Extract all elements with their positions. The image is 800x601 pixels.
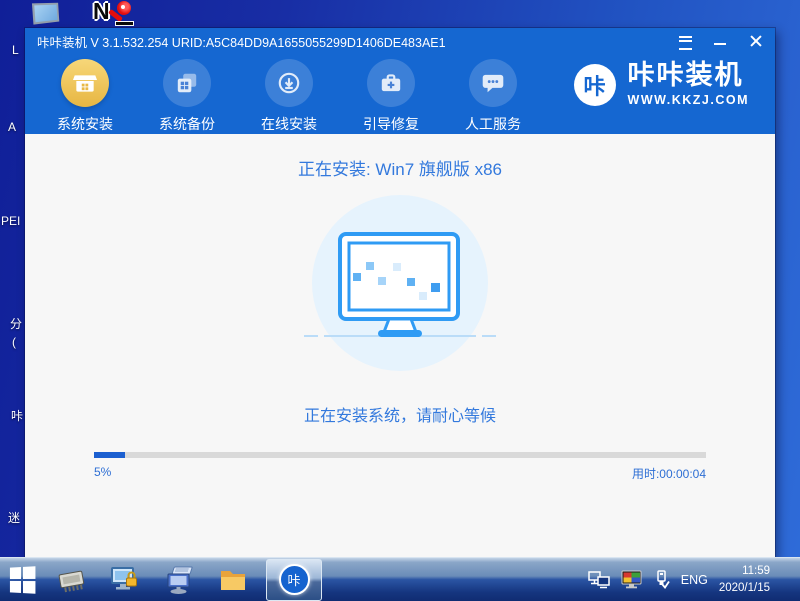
taskbar-clock[interactable]: 11:59 2020/1/15: [719, 563, 770, 595]
desktop-icon-label-fragment: L: [12, 44, 19, 56]
system-backup-icon: [163, 59, 211, 107]
desktop-icon-label-fragment: 咔: [11, 410, 23, 422]
nav-item-system-install[interactable]: 系统安装: [47, 59, 123, 134]
memory-chip-icon[interactable]: [56, 565, 86, 595]
clock-date: 2020/1/15: [719, 580, 770, 596]
desktop-display-icon[interactable]: [32, 3, 59, 25]
progress-section: 5% 用时:00:00:04: [94, 452, 706, 482]
folder-icon[interactable]: [218, 565, 248, 595]
windows-logo-icon: [10, 566, 36, 593]
usb-device-icon[interactable]: [654, 570, 670, 589]
system-tray: ENG 11:59 2020/1/15: [588, 563, 800, 595]
desktop-n-key-icon[interactable]: N: [93, 0, 139, 28]
n-letter-glyph: N: [93, 0, 110, 25]
brand-block: 咔 咔咔装机 WWW.KKZJ.COM: [574, 62, 749, 107]
desktop-icon-label-fragment: A: [8, 121, 16, 133]
desktop-icon-label-fragment: (: [12, 336, 16, 348]
desktop-icon-label-fragment: 分: [10, 318, 22, 330]
network-icon[interactable]: [588, 571, 610, 589]
system-install-icon: [61, 59, 109, 107]
computer-keyboard-icon[interactable]: [164, 565, 194, 595]
nav-item-system-backup[interactable]: 系统备份: [149, 59, 225, 134]
desktop-icon-label-fragment: PEI: [1, 215, 20, 227]
installer-window: 咔咔装机 V 3.1.532.254 URID:A5C84DD9A1655055…: [25, 28, 775, 558]
taskbar-kaka-installer-button[interactable]: 咔: [266, 559, 322, 601]
start-button[interactable]: [0, 558, 44, 601]
desktop: LAPEI分(咔迷 N 咔咔装机 V 3.1.532.254 URID:A5C8…: [0, 0, 800, 601]
install-heading: 正在安装: Win7 旗舰版 x86: [25, 155, 775, 180]
clock-time: 11:59: [719, 563, 770, 579]
nav-label: 系统安装: [57, 114, 113, 134]
online-install-icon: [265, 59, 313, 107]
install-status-text: 正在安装系统，请耐心等候: [25, 402, 775, 426]
brand-logo-icon: 咔: [574, 64, 616, 106]
nav-label: 系统备份: [159, 114, 215, 134]
window-title: 咔咔装机 V 3.1.532.254 URID:A5C84DD9A1655055…: [37, 32, 446, 51]
nav-item-boot-repair[interactable]: 引导修复: [353, 59, 429, 134]
nav-item-customer-service[interactable]: 人工服务: [455, 59, 531, 134]
progress-bar-fill: [94, 452, 125, 458]
nav-label: 在线安装: [261, 114, 317, 134]
kaka-installer-icon: 咔: [279, 564, 310, 595]
desktop-icon-label-fragment: 迷: [8, 512, 20, 524]
nav-label: 引导修复: [363, 114, 419, 134]
window-header: 咔咔装机 V 3.1.532.254 URID:A5C84DD9A1655055…: [25, 28, 775, 134]
progress-percent: 5%: [94, 465, 111, 482]
red-key-icon: [117, 1, 131, 15]
menu-icon[interactable]: [678, 34, 693, 48]
brand-name: 咔咔装机: [628, 62, 749, 89]
taskbar: 咔: [0, 557, 800, 601]
language-indicator[interactable]: ENG: [681, 573, 708, 587]
screen-lock-icon[interactable]: [110, 565, 140, 595]
boot-repair-icon: [367, 59, 415, 107]
customer-service-icon: [469, 59, 517, 107]
progress-bar: [94, 452, 706, 458]
titlebar[interactable]: 咔咔装机 V 3.1.532.254 URID:A5C84DD9A1655055…: [25, 28, 775, 54]
monitor-illustration-icon: [300, 195, 500, 371]
display-settings-icon[interactable]: [621, 570, 643, 589]
brand-url: WWW.KKZJ.COM: [628, 93, 749, 107]
close-icon[interactable]: [748, 34, 763, 48]
minimize-icon[interactable]: [713, 34, 728, 48]
nav-label: 人工服务: [465, 114, 521, 134]
elapsed-time: 用时:00:00:04: [632, 465, 706, 482]
nav-item-online-install[interactable]: 在线安装: [251, 59, 327, 134]
